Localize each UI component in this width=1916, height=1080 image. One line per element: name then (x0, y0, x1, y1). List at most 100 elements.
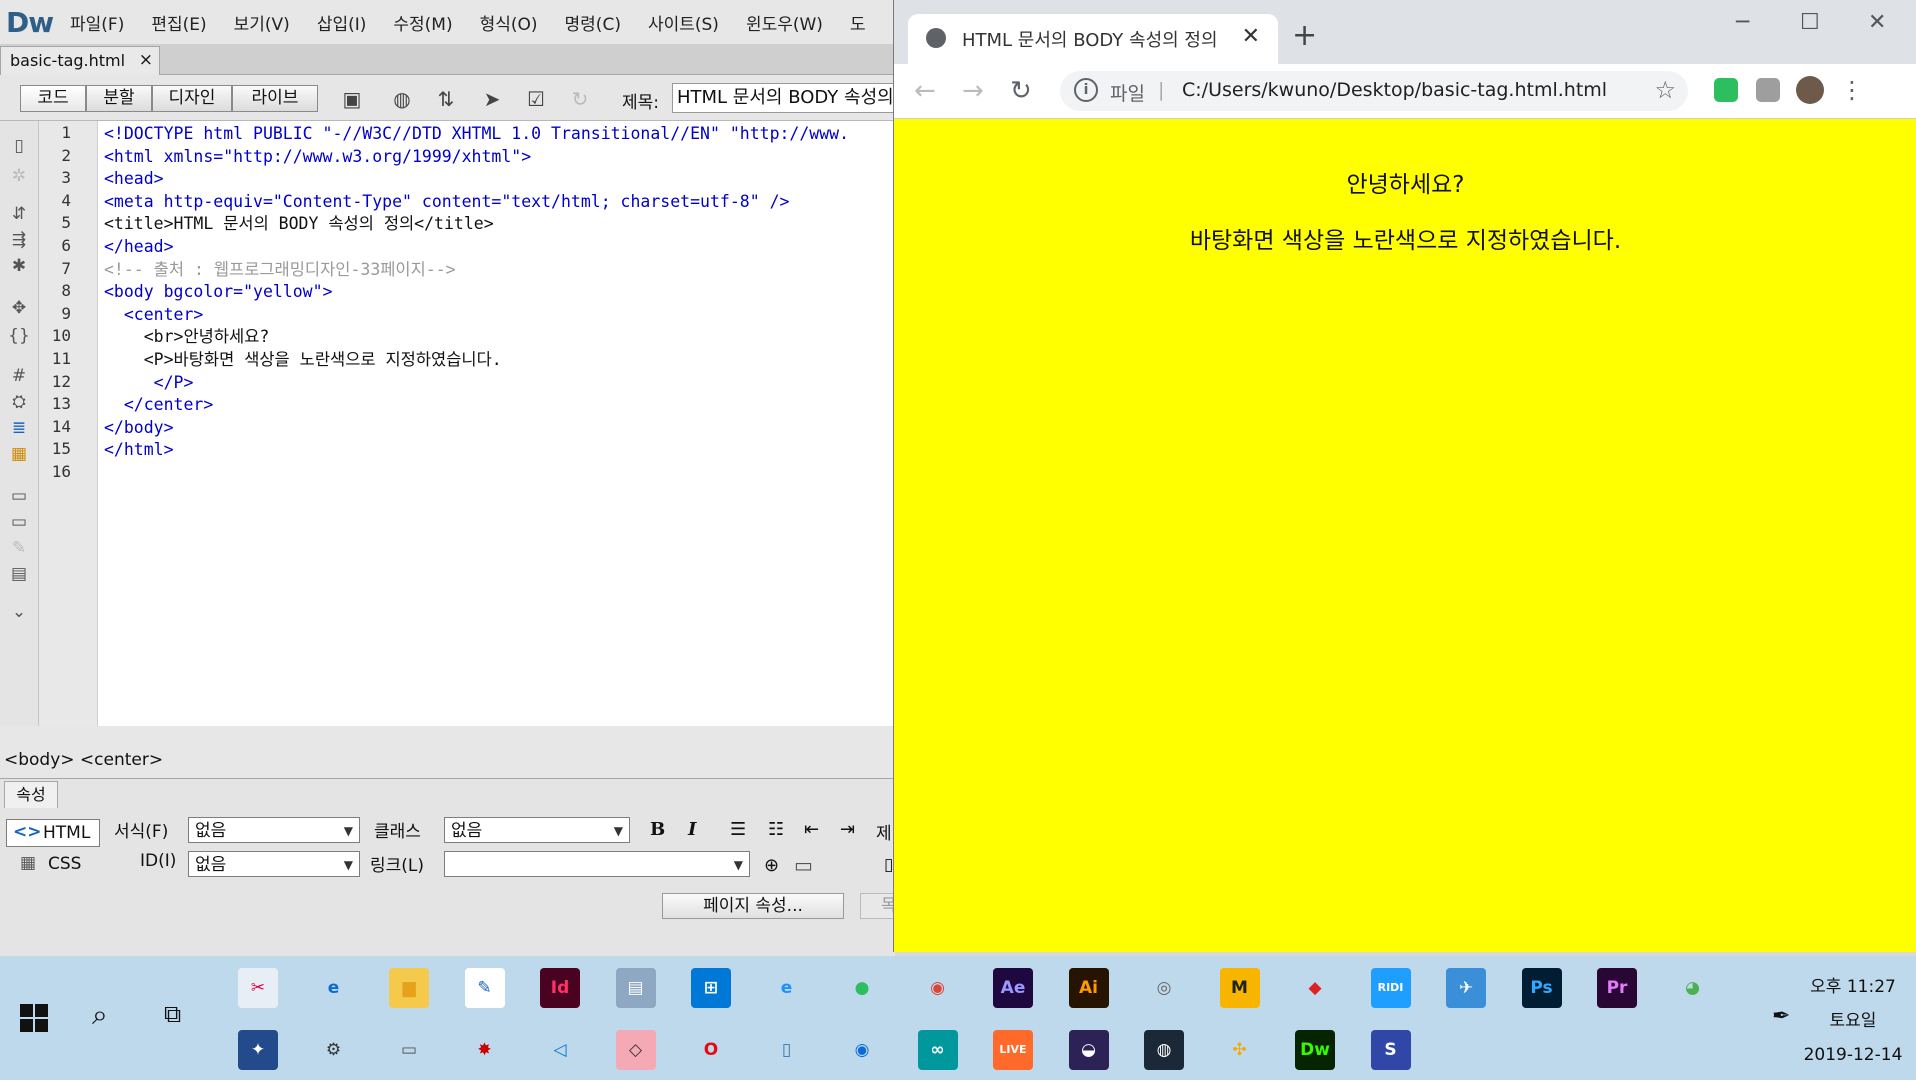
snipping-tool-icon[interactable]: ✂ (238, 968, 278, 1008)
italic-button[interactable]: I (688, 819, 696, 840)
html-mode-button[interactable]: <> HTML (6, 819, 100, 847)
page-properties-button[interactable]: 페이지 속성... (662, 893, 844, 919)
network-app-icon[interactable]: ▤ (615, 968, 656, 1008)
evernote-extension-icon[interactable] (1714, 78, 1738, 102)
code-editor[interactable]: ▯ ✲ ⇵ ⇶ ✱ ✥ {} # ⛭ ≣ ▦ ▭ ▭ ✎ ▤ ⌄ 1234567… (0, 121, 895, 863)
wrap-tag-icon[interactable]: ✎ (8, 537, 30, 559)
open-documents-icon[interactable]: ▯ (8, 135, 30, 157)
close-tab-icon[interactable]: × (139, 50, 153, 70)
indesign-icon[interactable]: Id (540, 968, 580, 1008)
dreamweaver-icon[interactable]: Dw (1295, 1030, 1335, 1070)
css-mode-button[interactable]: ▦ CSS (18, 851, 98, 877)
code-line[interactable]: <!-- 출처 : 웹프로그래밍디자인-33페이지--> (104, 259, 456, 281)
url-text[interactable]: C:/Users/kwuno/Desktop/basic-tag.html.ht… (1182, 79, 1607, 101)
eclipse-icon[interactable]: ◒ (1068, 1030, 1109, 1070)
minimize-button[interactable]: ─ (1736, 10, 1749, 35)
show-code-navigator-icon[interactable]: ✲ (8, 165, 30, 187)
preview-browser-icon[interactable]: ◍ (388, 86, 416, 112)
red-app-icon[interactable]: ✸ (464, 1030, 505, 1070)
search-icon[interactable]: ⌕ (92, 998, 108, 1032)
line-numbers-icon[interactable]: # (8, 365, 30, 387)
vscode-icon[interactable]: ◁ (540, 1030, 580, 1070)
menu-item[interactable]: 사이트(S) (648, 10, 719, 35)
arduino-icon[interactable]: ∞ (917, 1030, 958, 1070)
select-parent-tag-icon[interactable]: ✥ (8, 297, 30, 319)
settings-icon[interactable]: ⚙ (313, 1030, 354, 1070)
opera-icon[interactable]: O (691, 1030, 731, 1070)
illustrator-icon[interactable]: Ai (1068, 968, 1109, 1008)
indent-icon[interactable]: ⇥ (840, 819, 855, 840)
tag-selector[interactable]: <body> <center> (0, 746, 895, 774)
menu-item[interactable]: 삽입(I) (317, 10, 367, 35)
menu-item[interactable]: 파일(F) (70, 10, 124, 35)
refresh-icon[interactable]: ↻ (566, 86, 594, 112)
browse-folder-icon[interactable]: ▭ (794, 853, 813, 877)
file-explorer-icon[interactable]: ▆ (389, 968, 429, 1008)
collapse-tag-icon[interactable]: ⇵ (8, 203, 30, 225)
new-tab-button[interactable]: + (1292, 18, 1317, 53)
android-app-icon[interactable]: ◕ (1672, 968, 1713, 1008)
sketchup-icon[interactable]: ◆ (1295, 968, 1335, 1008)
class-select[interactable]: 없음 ▼ (444, 817, 630, 843)
edge-icon[interactable]: e (313, 968, 354, 1008)
pen-icon[interactable]: ✒ (1772, 1004, 1790, 1029)
code-line[interactable]: <meta http-equiv="Content-Type" content=… (104, 191, 789, 213)
notepad-pen-icon[interactable]: ✎ (464, 968, 505, 1008)
browser-tab[interactable]: HTML 문서의 BODY 속성의 정의 ✕ (908, 14, 1278, 64)
m-app-icon[interactable]: M (1219, 968, 1260, 1008)
document-tab[interactable]: basic-tag.html × (0, 46, 160, 75)
bookmark-star-icon[interactable]: ☆ (1654, 76, 1676, 104)
expand-all-icon[interactable]: ✱ (8, 255, 30, 277)
menu-item[interactable]: 형식(O) (480, 10, 538, 35)
bold-button[interactable]: B (650, 819, 665, 840)
layers-app-icon[interactable]: ◇ (615, 1030, 656, 1070)
design-view-button[interactable]: 디자인 (152, 85, 232, 112)
ridi-icon[interactable]: RIDI (1370, 968, 1411, 1008)
menu-item[interactable]: 명령(C) (565, 10, 621, 35)
live-app-icon[interactable]: LIVE (993, 1030, 1033, 1070)
code-line[interactable]: </head> (104, 236, 174, 258)
code-line[interactable]: <html xmlns="http://www.w3.org/1999/xhtm… (104, 146, 531, 168)
code-line[interactable]: <title>HTML 문서의 BODY 속성의 정의</title> (104, 213, 494, 235)
premiere-icon[interactable]: Pr (1597, 968, 1637, 1008)
system-clock[interactable]: 오후 11:27 토요일 2019-12-14 (1790, 970, 1916, 1072)
avatar[interactable] (1796, 76, 1824, 104)
code-view-button[interactable]: 코드 (20, 85, 86, 112)
inspect-icon[interactable]: ➤ (478, 86, 506, 112)
link-input[interactable]: ▼ (444, 851, 750, 877)
properties-tab[interactable]: 속성 (4, 781, 58, 808)
spiral-app-icon[interactable]: ◎ (1144, 968, 1184, 1008)
ebook-icon[interactable]: ✈ (1446, 968, 1486, 1008)
file-management-icon[interactable]: ⇅ (432, 86, 460, 112)
recent-snippets-icon[interactable]: ▤ (8, 563, 30, 585)
split-view-button[interactable]: 분할 (86, 85, 152, 112)
windows-start-icon[interactable] (20, 1004, 48, 1032)
evernote-icon[interactable]: ● (842, 968, 882, 1008)
outdent-icon[interactable]: ⇤ (804, 819, 819, 840)
menu-item[interactable]: 도 (850, 10, 866, 35)
word-wrap-icon[interactable]: ≣ (8, 417, 30, 439)
ordered-list-icon[interactable]: ☷ (768, 819, 784, 840)
format-select[interactable]: 없음 ▼ (188, 817, 360, 843)
close-window-button[interactable]: ✕ (1868, 10, 1886, 35)
task-view-icon[interactable]: ⧉ (164, 1000, 181, 1028)
menu-dots-icon[interactable]: ⋮ (1840, 76, 1864, 104)
code-line[interactable]: <head> (104, 168, 164, 190)
unordered-list-icon[interactable]: ☰ (730, 819, 746, 840)
back-arrow-icon[interactable]: ← (914, 76, 936, 106)
code-content[interactable]: <!DOCTYPE html PUBLIC "-//W3C//DTD XHTML… (104, 121, 895, 726)
code-line[interactable]: </center> (104, 394, 213, 416)
code-line[interactable]: <P>바탕화면 색상을 노란색으로 지정하였습니다. (104, 349, 502, 371)
apply-comment-icon[interactable]: ▭ (8, 485, 30, 507)
code-line[interactable]: </body> (104, 417, 174, 439)
menu-item[interactable]: 편집(E) (151, 10, 206, 35)
s-app-icon[interactable]: S (1370, 1030, 1411, 1070)
store-icon[interactable]: ⊞ (691, 968, 731, 1008)
validate-icon[interactable]: ☑ (522, 86, 550, 112)
internet-explorer-icon[interactable]: e (766, 968, 807, 1008)
syntax-coloring-icon[interactable]: ▦ (8, 443, 30, 465)
extension-icon[interactable] (1756, 78, 1780, 102)
menu-item[interactable]: 수정(M) (393, 10, 452, 35)
live-view-button[interactable]: 라이브 (232, 85, 318, 112)
python-doc-icon[interactable]: ▯ (766, 1030, 807, 1070)
